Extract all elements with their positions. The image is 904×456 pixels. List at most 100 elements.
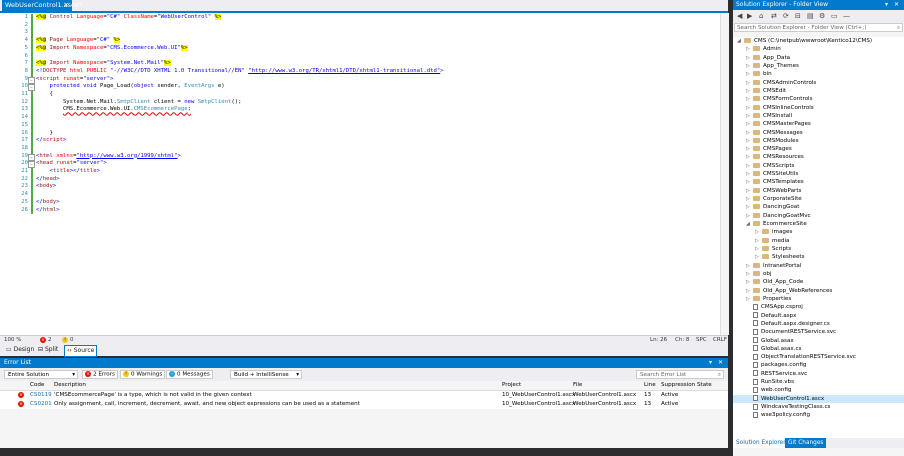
expand-arrow-icon[interactable]: ▷ (746, 112, 753, 120)
expand-arrow-icon[interactable]: ▷ (755, 245, 762, 253)
collapse-region-icon[interactable]: − (28, 153, 35, 161)
expand-arrow-icon[interactable]: ▷ (746, 270, 753, 278)
tree-folder-item[interactable]: ▷ CMSTemplates (733, 178, 904, 186)
tree-folder-item[interactable]: ▷ obj (733, 270, 904, 278)
code-line[interactable]: </script> (36, 137, 66, 145)
tree-folder-item[interactable]: ▷ DancingGoatMvc (733, 212, 904, 220)
tree-folder-item[interactable]: ▷ CMSFormControls (733, 95, 904, 103)
expand-arrow-icon[interactable]: ◢ (746, 220, 753, 228)
expand-arrow-icon[interactable]: ▷ (746, 62, 753, 70)
tree-folder-item[interactable]: ▷ App_Themes (733, 62, 904, 70)
vertical-scrollbar[interactable] (720, 13, 729, 335)
expand-arrow-icon[interactable]: ▷ (746, 87, 753, 95)
collapse-region-icon[interactable]: − (28, 84, 35, 92)
scope-dropdown[interactable]: Entire Solution ▾ (4, 370, 78, 379)
switch-views-icon[interactable]: ⇄ (771, 12, 777, 20)
expand-arrow-icon[interactable]: ▷ (746, 137, 753, 145)
source-view-button[interactable]: ‹› Source (64, 345, 98, 357)
tree-folder-item[interactable]: ▷ CMSResources (733, 153, 904, 161)
tree-folder-item[interactable]: ▷ Properties (733, 295, 904, 303)
expand-arrow-icon[interactable]: ▷ (746, 203, 753, 211)
code-line[interactable]: { (36, 91, 52, 99)
tab-git-changes[interactable]: Git Changes (785, 438, 827, 448)
tree-folder-item[interactable]: ▷ CMSInlineControls (733, 104, 904, 112)
error-code[interactable]: CS0201 (30, 400, 52, 409)
preview-icon[interactable]: ▭ (831, 12, 838, 20)
tree-file-item[interactable]: Default.aspx (733, 312, 904, 320)
tree-folder-item[interactable]: ▷ CMSSiteUtils (733, 170, 904, 178)
close-icon[interactable]: ✕ (894, 0, 899, 10)
tree-folder-item[interactable]: ▷ CorporateSite (733, 195, 904, 203)
tree-folder-item[interactable]: ▷ CMSAdminControls (733, 79, 904, 87)
tree-file-item[interactable]: RESTService.svc (733, 370, 904, 378)
expand-arrow-icon[interactable]: ▷ (746, 162, 753, 170)
expand-arrow-icon[interactable]: ▷ (746, 79, 753, 87)
expand-arrow-icon[interactable]: ▷ (746, 170, 753, 178)
tree-folder-item[interactable]: ▷ Old_App_WebReferences (733, 287, 904, 295)
column-header-description[interactable]: Description (54, 381, 86, 390)
expand-arrow-icon[interactable]: ▷ (755, 253, 762, 261)
table-row[interactable]: ✕ CS0201 Only assignment, call, increment,… (0, 400, 728, 409)
expand-arrow-icon[interactable]: ▷ (746, 287, 753, 295)
expand-arrow-icon[interactable]: ▷ (746, 153, 753, 161)
code-line[interactable]: </body> (36, 199, 60, 207)
split-view-button[interactable]: ⊟ Split (36, 345, 60, 355)
code-line[interactable]: </html> (36, 207, 60, 215)
expand-arrow-icon[interactable]: ▷ (746, 262, 753, 270)
collapse-region-icon[interactable]: − (28, 161, 35, 169)
pin-icon[interactable]: ▾ (885, 0, 888, 10)
tree-file-item[interactable]: WindcaveTestingClass.cs (733, 403, 904, 411)
home-icon[interactable]: ⌂ (759, 12, 763, 20)
expand-arrow-icon[interactable]: ▷ (746, 145, 753, 153)
tree-folder-item[interactable]: ▷ CMSWebParts (733, 187, 904, 195)
expand-arrow-icon[interactable]: ▷ (746, 295, 753, 303)
code-line[interactable]: } (36, 130, 52, 138)
expand-arrow-icon[interactable]: ▷ (746, 45, 753, 53)
error-code[interactable]: CS0119 (30, 391, 52, 400)
tree-file-item[interactable]: ObjectTranslationRESTService.svc (733, 353, 904, 361)
code-line[interactable]: <body> (36, 183, 56, 191)
column-header-file[interactable]: File (573, 381, 582, 390)
collapse-region-icon[interactable]: − (28, 76, 35, 84)
tree-folder-item[interactable]: ▷ IntranetPortal (733, 262, 904, 270)
code-line[interactable]: <head runat="server"> (36, 160, 107, 168)
expand-arrow-icon[interactable]: ▷ (755, 228, 762, 236)
tree-folder-item[interactable]: ▷ CMSMasterPages (733, 120, 904, 128)
tree-file-item[interactable]: WebUserControl1.ascx (733, 394, 904, 404)
collapse-all-icon[interactable]: ⊟ (795, 12, 801, 20)
code-line[interactable]: System.Net.Mail.SmtpClient client = new … (36, 99, 242, 107)
code-line[interactable]: <title></title> (36, 168, 100, 176)
pin-icon[interactable]: ▾ (709, 358, 712, 368)
expand-arrow-icon[interactable]: ▷ (746, 212, 753, 220)
expand-arrow-icon[interactable]: ▷ (746, 95, 753, 103)
code-line[interactable]: <%@ Import Namespace="CMS.Ecommerce.Web.… (36, 44, 188, 53)
minus-icon[interactable]: — (843, 12, 850, 20)
table-row[interactable]: ✕ CS0119 'CMSEcommercePage' is a type, whi… (0, 391, 728, 400)
expand-arrow-icon[interactable]: ▷ (746, 54, 753, 62)
close-icon[interactable]: ✕ (718, 358, 723, 368)
tree-folder-item[interactable]: ▷ CMSModules (733, 137, 904, 145)
tree-folder-item[interactable]: ▷ DancingGoat (733, 203, 904, 211)
expand-arrow-icon[interactable]: ▷ (746, 195, 753, 203)
search-error-list-input[interactable]: Search Error List ⌕ (636, 370, 724, 379)
document-tab[interactable]: WebUserControl1.ascx* ✕ (2, 0, 82, 11)
column-header-suppression[interactable]: Suppression State (661, 381, 712, 390)
expand-arrow-icon[interactable]: ▷ (746, 129, 753, 137)
tree-folder-item[interactable]: ▷ bin (733, 70, 904, 78)
tree-file-item[interactable]: packages.config (733, 361, 904, 369)
tree-folder-item[interactable]: ▷ CMSMessages (733, 129, 904, 137)
tree-folder-item[interactable]: ▷ App_Data (733, 54, 904, 62)
show-all-files-icon[interactable]: ▤ (807, 12, 814, 20)
expand-arrow-icon[interactable]: ▷ (746, 278, 753, 286)
design-view-button[interactable]: ▭ Design (4, 345, 36, 355)
warnings-filter-button[interactable]: ! 0 Warnings (120, 370, 166, 379)
errors-filter-button[interactable]: ✕ 2 Errors (82, 370, 118, 379)
code-line[interactable]: <!DOCTYPE html PUBLIC "-//W3C//DTD XHTML… (36, 68, 444, 76)
code-line[interactable]: <script runat="server"> (36, 76, 114, 84)
column-header-project[interactable]: Project (502, 381, 521, 390)
expand-arrow-icon[interactable]: ▷ (746, 187, 753, 195)
expand-arrow-icon[interactable]: ▷ (746, 70, 753, 78)
code-line[interactable]: protected void Page_Load(object sender, … (36, 83, 224, 91)
tree-file-item[interactable]: wse3policy.config (733, 411, 904, 419)
forward-icon[interactable]: ▶ (747, 12, 752, 20)
